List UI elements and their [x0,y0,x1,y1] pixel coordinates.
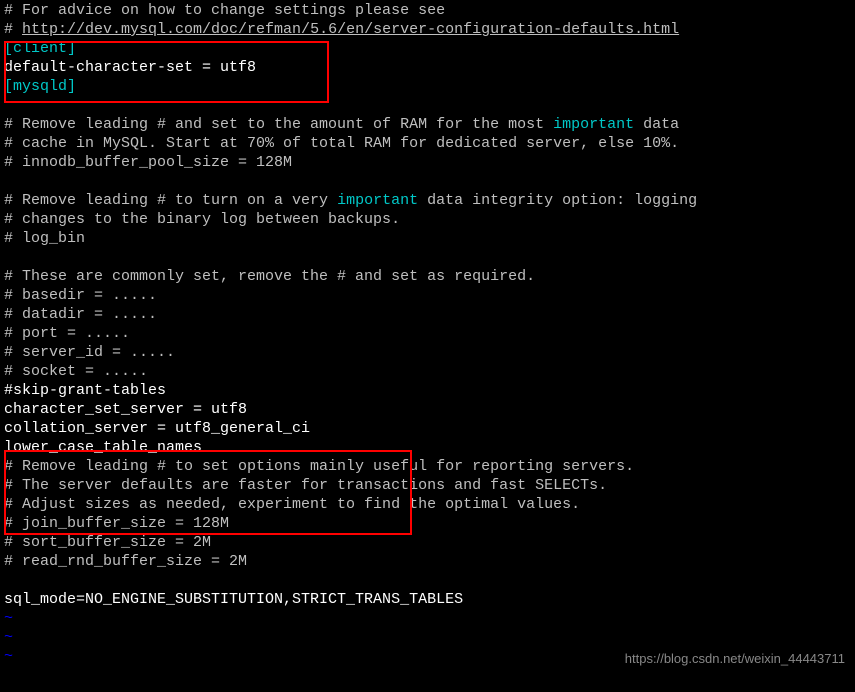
comment-line: # The server defaults are faster for tra… [4,477,851,496]
comment-line: # Adjust sizes as needed, experiment to … [4,496,851,515]
keyword-important: important [553,116,634,133]
vim-tilde-line: ~ [4,610,851,629]
comment-text: data [634,116,679,133]
blank-line [4,97,851,116]
comment-datadir: # datadir = ..... [4,306,851,325]
config-default-charset: default-character-set = utf8 [4,59,851,78]
comment-line: # For advice on how to change settings p… [4,2,851,21]
config-character-set-server: character_set_server = utf8 [4,401,851,420]
client-section-header: [client] [4,40,851,59]
config-skip-grant-tables: #skip-grant-tables [4,382,851,401]
comment-read-rnd-buffer: # read_rnd_buffer_size = 2M [4,553,851,572]
config-collation-server: collation_server = utf8_general_ci [4,420,851,439]
config-sql-mode: sql_mode=NO_ENGINE_SUBSTITUTION,STRICT_T… [4,591,851,610]
comment-text: data integrity option: logging [418,192,697,209]
hash-prefix: # [4,21,22,38]
comment-log-bin: # log_bin [4,230,851,249]
comment-text: # Remove leading # to turn on a very [4,192,337,209]
comment-line: # Remove leading # and set to the amount… [4,116,851,135]
keyword-important: important [337,192,418,209]
config-file-editor: # For advice on how to change settings p… [0,0,855,669]
comment-url-line: # http://dev.mysql.com/doc/refman/5.6/en… [4,21,851,40]
comment-line: # changes to the binary log between back… [4,211,851,230]
blank-line [4,572,851,591]
comment-sort-buffer: # sort_buffer_size = 2M [4,534,851,553]
comment-text: # Remove leading # and set to the amount… [4,116,553,133]
comment-basedir: # basedir = ..... [4,287,851,306]
comment-port: # port = ..... [4,325,851,344]
blank-line [4,249,851,268]
config-lower-case-table-names: lower_case_table_names [4,439,851,458]
blank-line [4,173,851,192]
doc-url[interactable]: http://dev.mysql.com/doc/refman/5.6/en/s… [22,21,679,38]
comment-line: # Remove leading # to set options mainly… [4,458,851,477]
comment-join-buffer: # join_buffer_size = 128M [4,515,851,534]
comment-line: # These are commonly set, remove the # a… [4,268,851,287]
comment-line: # cache in MySQL. Start at 70% of total … [4,135,851,154]
comment-server-id: # server_id = ..... [4,344,851,363]
vim-tilde-line: ~ [4,629,851,648]
comment-socket: # socket = ..... [4,363,851,382]
mysqld-section-header: [mysqld] [4,78,851,97]
comment-innodb-buffer: # innodb_buffer_pool_size = 128M [4,154,851,173]
watermark-text: https://blog.csdn.net/weixin_44443711 [625,651,845,667]
comment-line: # Remove leading # to turn on a very imp… [4,192,851,211]
